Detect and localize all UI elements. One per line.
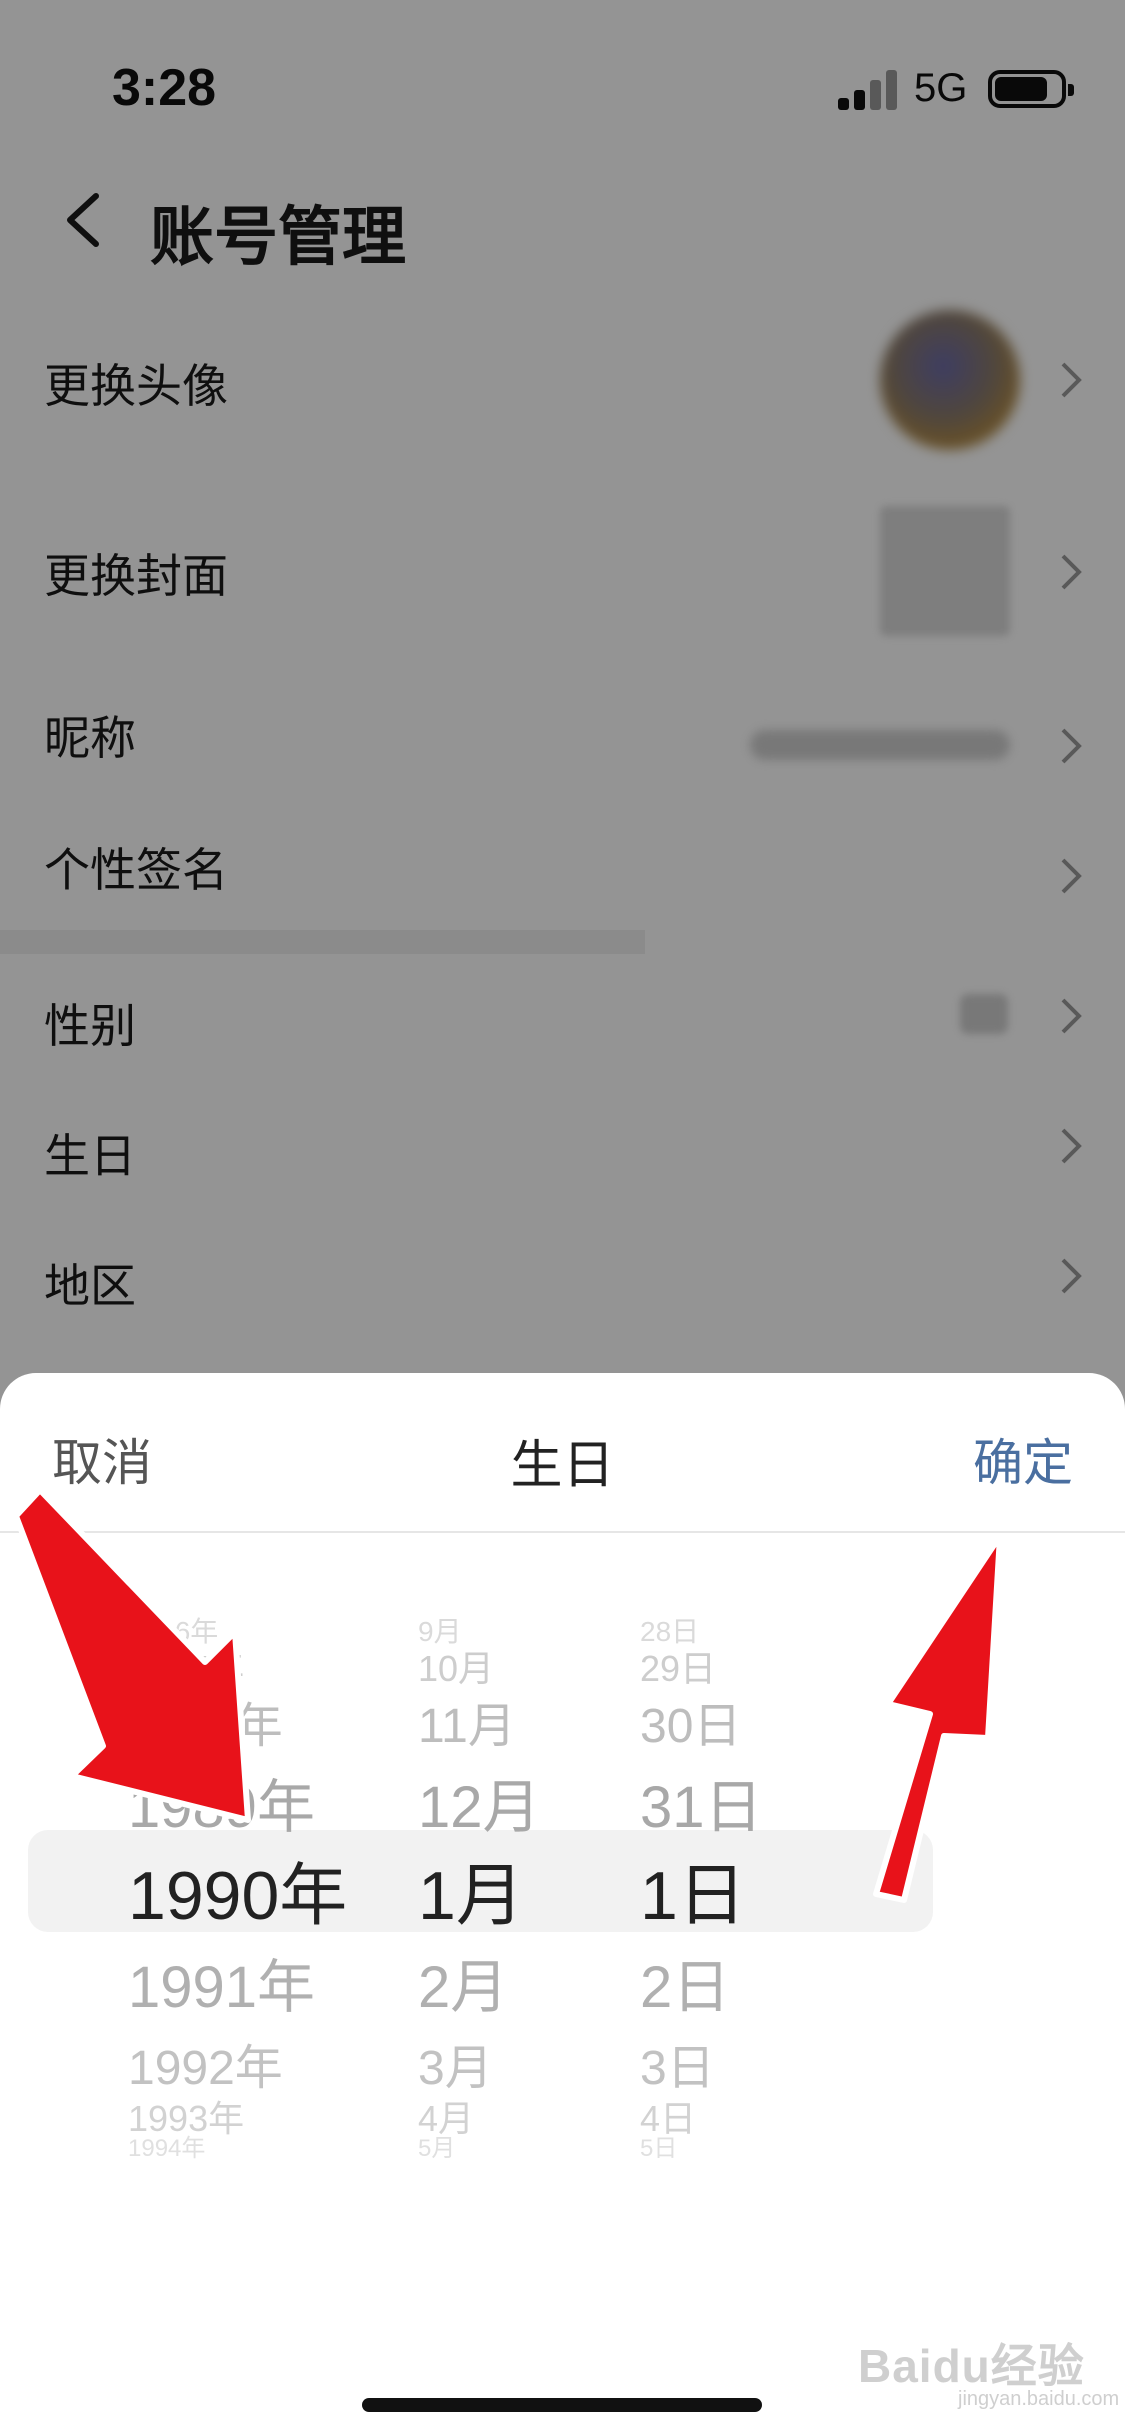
picker-item-day: 31日 [640, 1775, 763, 1840]
home-indicator[interactable] [362, 2398, 762, 2412]
confirm-button[interactable]: 确定 [973, 1423, 1073, 1495]
year-wheel[interactable]: 1986年 1987年 1988年 1989年 1990年 1991年 1992… [128, 1590, 388, 2162]
picker-item-month: 12月 [418, 1775, 541, 1840]
picker-item-month: 10月 [418, 1648, 495, 1689]
picker-item-year: 1988年 [128, 1700, 283, 1753]
date-picker[interactable]: 1986年 1987年 1988年 1989年 1990年 1991年 1992… [0, 1590, 1125, 2162]
month-wheel[interactable]: 9月 10月 11月 12月 1月 2月 3月 4月 5月 [418, 1590, 558, 2162]
picker-item-year: 1994年 [128, 2135, 206, 2162]
picker-item-month: 2月 [418, 1955, 509, 2020]
picker-item-day: 30日 [640, 1700, 742, 1753]
day-wheel[interactable]: 28日 29日 30日 31日 1日 2日 3日 4日 5日 [640, 1590, 800, 2162]
picker-item-day: 2日 [640, 1955, 731, 2020]
picker-item-day: 5日 [640, 2135, 678, 2162]
picker-item-day: 3日 [640, 2042, 715, 2095]
picker-item-day-selected: 1日 [640, 1858, 746, 1934]
picker-item-month: 5月 [418, 2135, 456, 2162]
picker-item-month: 11月 [418, 1700, 516, 1753]
picker-item-year-selected: 1990年 [128, 1858, 348, 1934]
picker-item-day: 29日 [640, 1648, 717, 1689]
picker-item-year: 1992年 [128, 2042, 283, 2095]
watermark-url: jingyan.baidu.com [958, 2388, 1120, 2410]
picker-item-year: 1991年 [128, 1955, 316, 2020]
watermark-logo: Baidu经验 [858, 2340, 1085, 2392]
picker-item-year: 1987年 [128, 1648, 245, 1689]
picker-item-month-selected: 1月 [418, 1858, 524, 1934]
picker-item-month: 3月 [418, 2042, 493, 2095]
sheet-header: 取消 生日 确定 [0, 1373, 1125, 1533]
sheet-title: 生日 [510, 1437, 615, 1495]
picker-item-year: 1989年 [128, 1775, 316, 1840]
